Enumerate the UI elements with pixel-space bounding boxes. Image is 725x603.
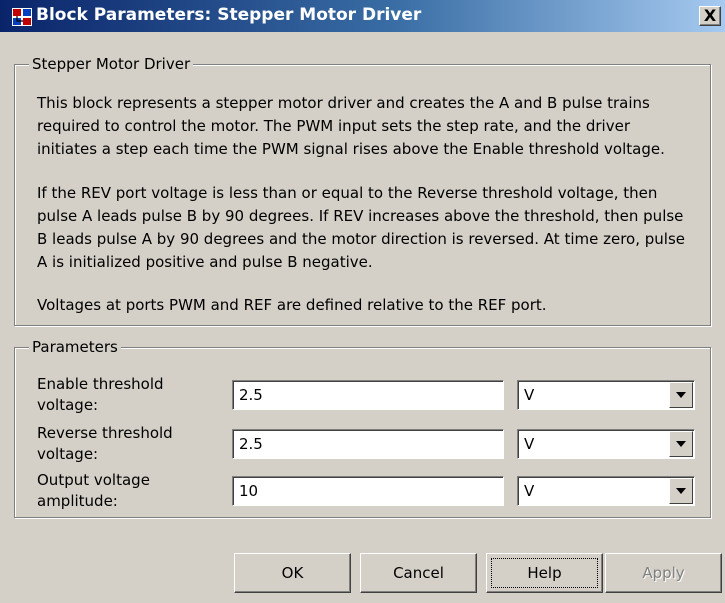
output-voltage-input[interactable]: 10 (232, 476, 504, 506)
close-button[interactable]: X (699, 6, 721, 26)
unit-value: V (524, 482, 535, 500)
chevron-down-icon[interactable] (669, 431, 693, 457)
description-group-title: Stepper Motor Driver (29, 55, 194, 73)
focus-ring (491, 558, 598, 588)
ok-button[interactable]: OK (234, 553, 351, 593)
enable-threshold-input[interactable]: 2.5 (232, 380, 504, 410)
description-line: initiates a step each time the PWM signa… (37, 140, 665, 158)
output-voltage-unit-select[interactable]: V (517, 476, 695, 506)
reverse-threshold-label: Reverse threshold voltage: (37, 424, 173, 463)
chevron-down-icon[interactable] (669, 382, 693, 408)
description-line: B leads pulse A by 90 degrees and the mo… (37, 230, 686, 248)
unit-value: V (524, 386, 535, 404)
description-line: If the REV port voltage is less than or … (37, 184, 658, 202)
cancel-button[interactable]: Cancel (360, 553, 477, 593)
reverse-threshold-unit-select[interactable]: V (517, 429, 695, 459)
title-bar: Block Parameters: Stepper Motor Driver X (0, 0, 725, 32)
parameters-group-title: Parameters (29, 338, 121, 356)
simulink-block-icon (12, 8, 32, 26)
reverse-threshold-input[interactable]: 2.5 (232, 429, 504, 459)
description-line: This block represents a stepper motor dr… (37, 94, 650, 112)
description-line: Voltages at ports PWM and REF are define… (37, 296, 547, 314)
enable-threshold-label: Enable threshold voltage: (37, 375, 164, 414)
help-button[interactable]: Help (486, 553, 603, 593)
window-title: Block Parameters: Stepper Motor Driver (36, 5, 422, 25)
apply-button[interactable]: Apply (605, 553, 722, 593)
description-line: pulse A leads pulse B by 90 degrees. If … (37, 207, 684, 225)
chevron-down-icon[interactable] (669, 478, 693, 504)
enable-threshold-unit-select[interactable]: V (517, 380, 695, 410)
output-voltage-label: Output voltage amplitude: (37, 471, 150, 510)
unit-value: V (524, 435, 535, 453)
description-line: required to control the motor. The PWM i… (37, 117, 630, 135)
description-line: A is initialized positive and pulse B ne… (37, 253, 373, 271)
